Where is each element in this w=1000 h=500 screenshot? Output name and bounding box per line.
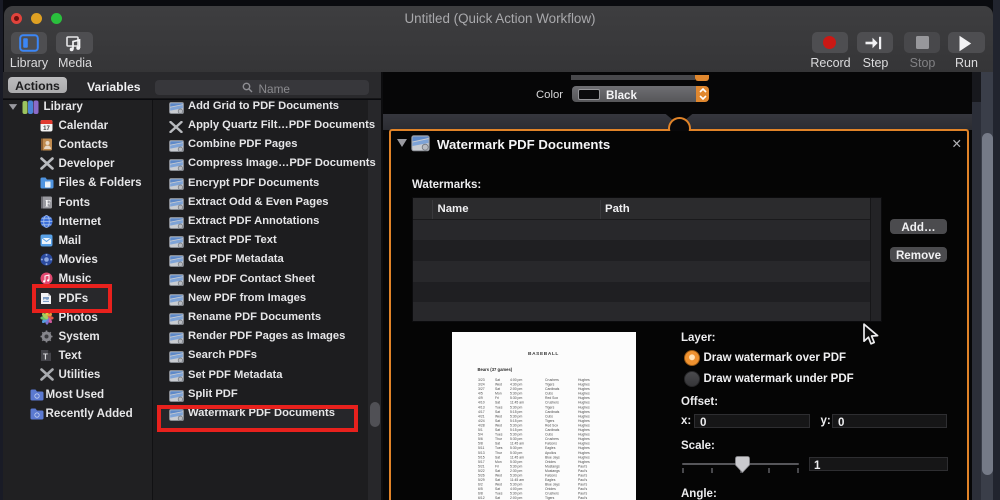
svg-text:T: T: [43, 353, 48, 362]
svg-text:F: F: [45, 198, 51, 208]
svg-text:17: 17: [43, 126, 50, 132]
